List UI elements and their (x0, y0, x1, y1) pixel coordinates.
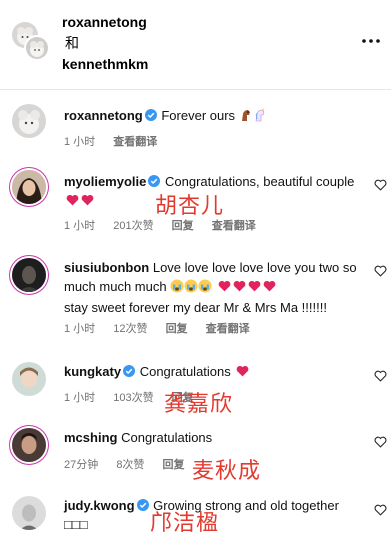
more-options-icon[interactable] (361, 34, 381, 48)
like-count[interactable]: 201次赞 (113, 220, 153, 232)
like-count[interactable]: 12次赞 (113, 323, 147, 335)
reply-link[interactable]: 回复 (163, 459, 185, 471)
red-heart-emoji-icon (233, 280, 246, 292)
like-count[interactable]: 8次赞 (116, 459, 144, 471)
header-username[interactable]: roxannetong (62, 12, 148, 33)
comment-username[interactable]: judy.kwong (64, 498, 135, 513)
crying-face-emoji-icon (184, 279, 198, 298)
comment-meta: 1 小时 12次赞 回复 查看翻译 (64, 320, 265, 336)
red-heart-emoji-icon (66, 194, 79, 206)
verified-badge-icon (144, 109, 157, 121)
red-heart-emoji-icon (237, 365, 249, 377)
comment-body: siusiubonbon Love love love love love yo… (64, 258, 363, 317)
like-count[interactable]: 103次赞 (113, 392, 153, 404)
see-translation-link[interactable]: 查看翻译 (113, 136, 157, 148)
verified-badge-icon (136, 499, 149, 511)
comment-username[interactable]: myoliemyolie (64, 174, 146, 189)
crying-face-emoji-icon (170, 279, 184, 298)
comment-body: kungkaty Congratulations (64, 362, 363, 381)
red-heart-emoji-icon (218, 280, 231, 292)
comment-text: Congratulations, beautiful couple (165, 174, 355, 189)
collab-avatars[interactable] (12, 22, 52, 62)
comment-time: 27分钟 (64, 459, 99, 471)
collab-names: roxannetong 和 kennethmkm (62, 12, 148, 75)
comment-username[interactable]: roxannetong (64, 108, 143, 123)
red-heart-emoji-icon (81, 194, 94, 206)
post-header: roxannetong 和 kennethmkm (0, 0, 391, 90)
avatar[interactable] (12, 104, 46, 138)
like-heart-icon[interactable] (374, 436, 387, 448)
horse-emoji-icon (239, 108, 253, 127)
comment-username[interactable]: kungkaty (64, 364, 121, 379)
comment-meta: 27分钟 8次赞 回复 (64, 456, 200, 472)
avatar[interactable] (12, 362, 46, 396)
name-overlay: 龚嘉欣 (164, 392, 234, 417)
avatar[interactable] (12, 496, 46, 530)
comment-text: Congratulations (121, 430, 213, 445)
comment-time: 1 小时 (64, 220, 96, 232)
like-heart-icon[interactable] (374, 265, 387, 277)
avatar[interactable] (12, 170, 46, 204)
missing-glyphs: □□□ (64, 517, 88, 532)
comment-text: Forever ours (161, 108, 236, 123)
comment-username[interactable]: mcshing (64, 430, 117, 445)
comment-text-line2: stay sweet forever my dear Mr & Mrs Ma !… (64, 300, 327, 315)
see-translation-link[interactable]: 查看翻译 (206, 323, 250, 335)
unicorn-emoji-icon (253, 108, 267, 127)
avatar[interactable] (12, 258, 46, 292)
like-heart-icon[interactable] (374, 504, 387, 516)
name-overlay: 胡杏儿 (155, 194, 225, 219)
reply-link[interactable]: 回复 (172, 220, 194, 232)
header-and: 和 (65, 35, 79, 51)
avatar[interactable] (12, 428, 46, 462)
see-translation-link[interactable]: 查看翻译 (212, 220, 256, 232)
comment-body: roxannetong Forever ours (64, 106, 363, 127)
avatar[interactable] (24, 35, 50, 61)
header-username[interactable]: kennethmkm (62, 54, 148, 75)
like-heart-icon[interactable] (374, 179, 387, 191)
crying-face-emoji-icon (198, 279, 212, 298)
red-heart-emoji-icon (263, 280, 276, 292)
red-heart-emoji-icon (248, 280, 261, 292)
comment-text: Congratulations (139, 364, 231, 379)
name-overlay: 麦秋成 (192, 459, 262, 484)
comment-time: 1 小时 (64, 323, 96, 335)
reply-link[interactable]: 回复 (166, 323, 188, 335)
name-overlay: 邝洁楹 (150, 511, 220, 536)
comment-meta: 1 小时 查看翻译 (64, 133, 172, 149)
like-heart-icon[interactable] (374, 370, 387, 382)
comment-time: 1 小时 (64, 136, 96, 148)
comment-time: 1 小时 (64, 392, 96, 404)
verified-badge-icon (123, 365, 136, 377)
comment-username[interactable]: siusiubonbon (64, 260, 149, 275)
verified-badge-icon (148, 175, 161, 187)
comment-body: mcshing Congratulations (64, 428, 363, 447)
